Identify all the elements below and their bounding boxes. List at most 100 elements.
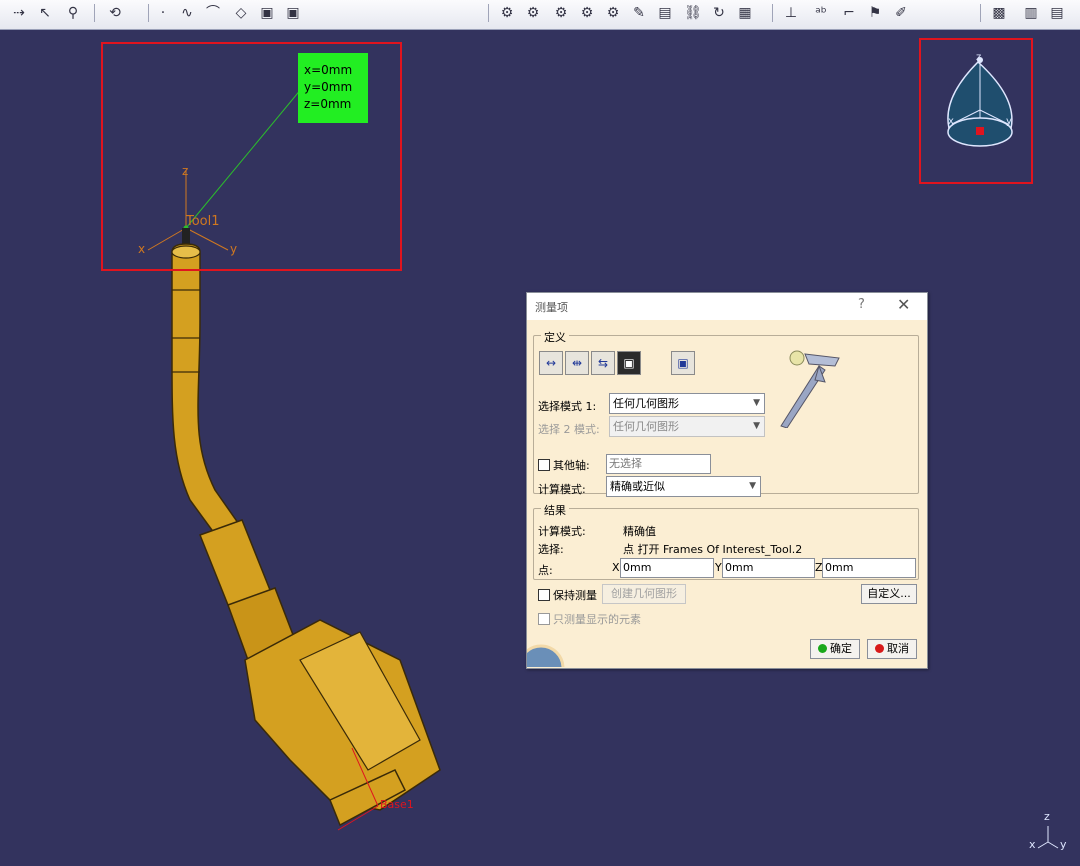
other-axis-label: 其他轴: (553, 459, 590, 472)
result-calc-mode-value: 精确值 (623, 525, 656, 538)
caliper-illustration (780, 350, 840, 428)
point-label: 点: (538, 564, 553, 577)
pencil-icon[interactable]: ✎ (630, 4, 648, 22)
cancel-label: 取消 (887, 642, 909, 655)
definition-group-title: 定义 (541, 329, 569, 345)
surface-icon[interactable]: ◇ (232, 4, 250, 22)
select-mode-2-dropdown: 任何几何图形 ▼ (609, 416, 765, 437)
magnet-icon[interactable]: ⚲ (64, 4, 82, 22)
y-value-field[interactable]: 0mm (722, 558, 815, 578)
visible-only-label: 只测量显示的元素 (553, 613, 641, 626)
select-cursor-icon[interactable]: ↖ (36, 4, 54, 22)
base-label: Base1 (380, 798, 414, 811)
calc-mode-dropdown[interactable]: 精确或近似 ▼ (606, 476, 761, 497)
customize-button[interactable]: 自定义... (861, 584, 917, 604)
grid-icon[interactable]: ▦ (736, 4, 754, 22)
cube-icon[interactable]: ▣ (258, 4, 276, 22)
help-button[interactable]: ? (858, 297, 865, 312)
close-button[interactable]: ✕ (897, 295, 910, 314)
compass-z-label: z (976, 52, 982, 63)
measure-between-chain-button[interactable]: ⇹ (565, 351, 589, 375)
other-axis-value: 无选择 (609, 457, 642, 470)
measure-inertia-button[interactable]: ▣ (671, 351, 695, 375)
tool-axis-y-label: y (230, 242, 238, 256)
z-value-field[interactable]: 0mm (822, 558, 916, 578)
create-geometry-button: 创建几何图形 (602, 584, 686, 604)
measure-between-button[interactable]: ↔ (539, 351, 563, 375)
paint-icon[interactable]: ✐ (892, 4, 910, 22)
flag-icon[interactable]: ⚑ (866, 4, 884, 22)
select-mode-2-value: 任何几何图形 (613, 420, 679, 433)
z-value: 0mm (825, 561, 854, 574)
tool-axis-x-label: x (138, 242, 146, 256)
refresh-icon[interactable]: ↻ (710, 4, 728, 22)
tool-axis-z-label: z (182, 164, 189, 178)
results-group-title: 结果 (541, 502, 569, 518)
dialog-title: 测量项 (535, 301, 568, 314)
toolbar-separator (94, 4, 95, 22)
abc-icon[interactable]: ᵃᵇ (812, 4, 830, 22)
ok-button[interactable]: 确定 (810, 639, 860, 659)
toolbar-separator (980, 4, 981, 22)
select-mode-1-label: 选择模式 1: (538, 400, 597, 413)
dialog-title-bar[interactable]: 测量项 ? ✕ (527, 293, 927, 320)
chevron-down-icon: ▼ (749, 481, 756, 491)
keep-measure-checkbox[interactable] (538, 589, 550, 601)
visible-only-checkbox (538, 613, 550, 625)
keep-measure-label: 保持测量 (553, 589, 597, 602)
measure3-icon[interactable]: ⚙ (552, 4, 570, 22)
y-value: 0mm (725, 561, 754, 574)
annotation-icon[interactable]: ⌐ (840, 4, 858, 22)
calc-mode-label: 计算模式: (538, 483, 586, 496)
toolbar: ⇢ ↖ ⚲ ⟲ · ∿ ⌒ ◇ ▣ ▣ ⚙ ⚙ ⚙ ⚙ ⚙ ✎ ▤ ⛓ ↻ ▦ … (0, 0, 1080, 30)
measure1-icon[interactable]: ⚙ (498, 4, 516, 22)
result-calc-mode-label: 计算模式: (538, 525, 586, 538)
toolbar-separator (148, 4, 149, 22)
triad-x-label: x (1029, 838, 1036, 851)
axis-triad (1037, 826, 1059, 849)
curve-icon[interactable]: ∿ (178, 4, 196, 22)
measure-item-button[interactable]: ▣ (617, 351, 641, 375)
result-selection-value: 点 打开 Frames Of Interest_Tool.2 (623, 543, 803, 556)
coordinate-readout: x=0mm y=0mm z=0mm (298, 53, 368, 123)
rotate-tool-icon[interactable]: ⟲ (106, 4, 124, 22)
select-mode-1-dropdown[interactable]: 任何几何图形 ▼ (609, 393, 765, 414)
select-mode-2-label: 选择 2 模式: (538, 423, 600, 436)
chevron-down-icon: ▼ (753, 398, 760, 408)
red-dot-icon (875, 644, 884, 653)
coord-x: x=0mm (304, 63, 353, 77)
frame-icon[interactable]: ▤ (656, 4, 674, 22)
triad-z-label: z (1044, 810, 1050, 823)
y-label: Y (715, 561, 722, 574)
arc-icon[interactable]: ⌒ (204, 4, 222, 22)
x-value: 0mm (623, 561, 652, 574)
tool-label: Tool1 (186, 214, 220, 229)
link-icon[interactable]: ⛓ (684, 4, 702, 22)
cube2-icon[interactable]: ▣ (284, 4, 302, 22)
compass-x-label: x (948, 116, 954, 127)
measure2-icon[interactable]: ⚙ (524, 4, 542, 22)
cancel-button[interactable]: 取消 (867, 639, 917, 659)
catalog-icon[interactable]: ▤ (1048, 4, 1066, 22)
measure-between-fan-button[interactable]: ⇆ (591, 351, 615, 375)
green-dot-icon (818, 644, 827, 653)
x-value-field[interactable]: 0mm (620, 558, 714, 578)
other-axis-field[interactable]: 无选择 (606, 454, 711, 474)
arrow-dots-icon[interactable]: ⇢ (10, 4, 28, 22)
axis-icon[interactable]: ⊥ (782, 4, 800, 22)
dialog-corner-globe (527, 644, 565, 667)
measure4-icon[interactable]: ⚙ (578, 4, 596, 22)
toolbar-separator (488, 4, 489, 22)
point-icon[interactable]: · (154, 4, 172, 22)
measure-item-dialog: 测量项 ? ✕ 定义 ↔ ⇹ ⇆ ▣ ▣ 选择模式 1: 任何几何图形 ▼ 选择… (526, 292, 928, 669)
result-selection-label: 选择: (538, 543, 564, 556)
calc-mode-value: 精确或近似 (610, 480, 665, 493)
triad-y-label: y (1060, 838, 1067, 851)
chevron-down-icon: ▼ (753, 421, 760, 431)
other-axis-checkbox[interactable] (538, 459, 550, 471)
select-mode-1-value: 任何几何图形 (613, 397, 679, 410)
measure5-icon[interactable]: ⚙ (604, 4, 622, 22)
library-icon[interactable]: ▥ (1022, 4, 1040, 22)
box-view-icon[interactable]: ▩ (990, 4, 1008, 22)
coord-y: y=0mm (304, 80, 353, 94)
